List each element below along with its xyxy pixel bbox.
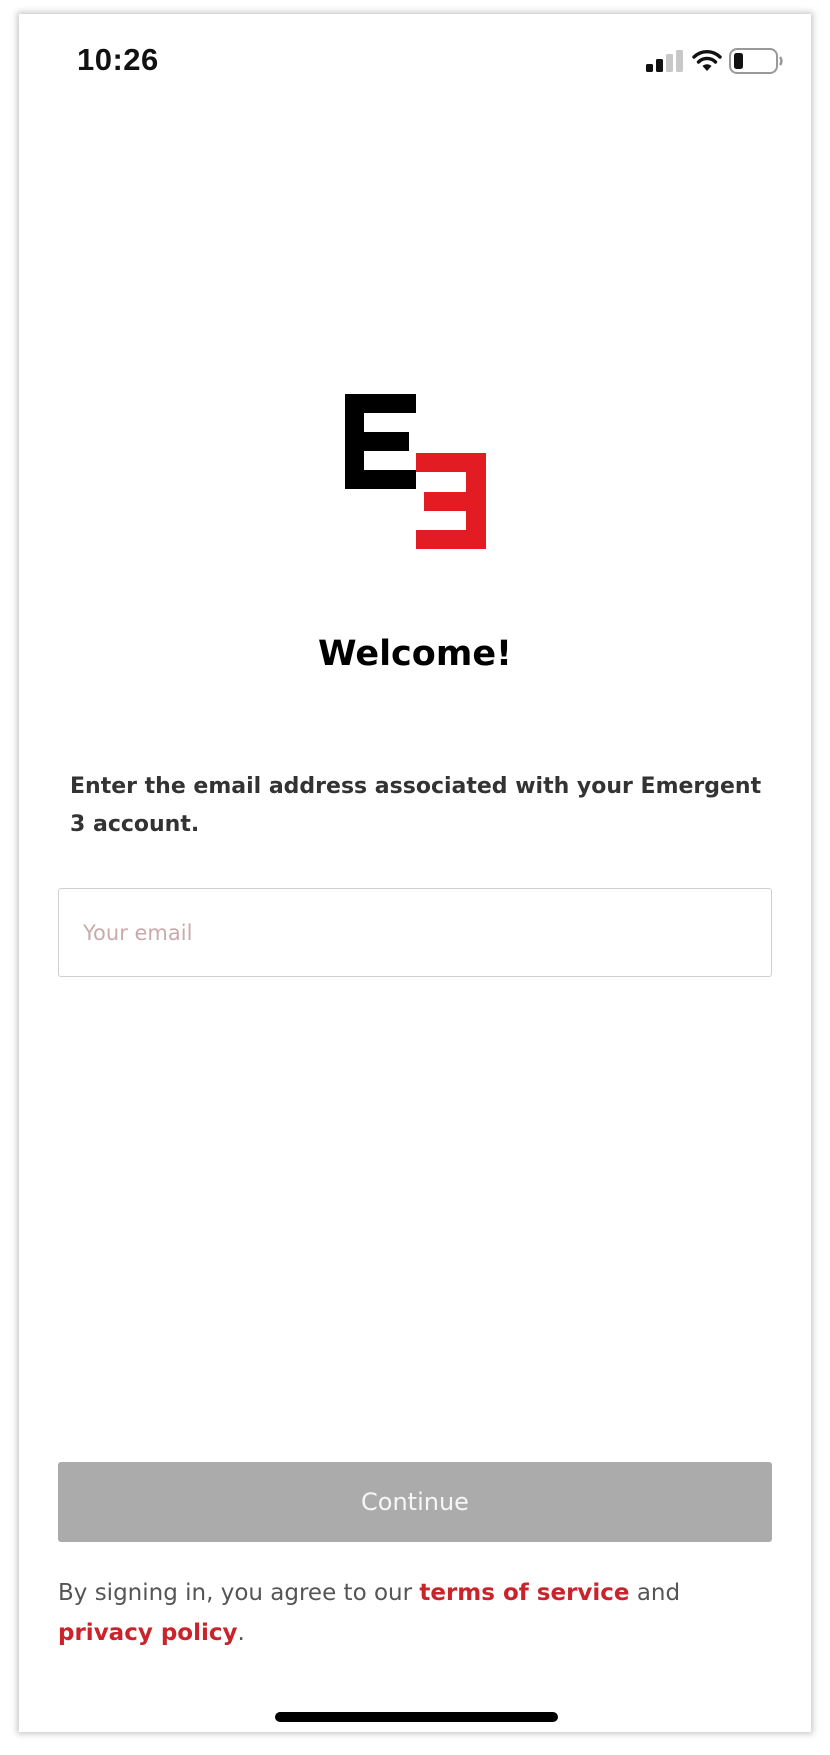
- emergent-3-logo: [345, 394, 486, 549]
- cellular-signal-icon: [646, 50, 683, 72]
- phone-screen: 10:26 Welcome! Enter the email address a…: [19, 14, 811, 1732]
- instructions-text: Enter the email address associated with …: [70, 774, 762, 837]
- legal-notice: By signing in, you agree to our terms of…: [58, 1573, 768, 1653]
- wifi-icon: [692, 50, 722, 71]
- status-time: 10:26: [77, 42, 159, 77]
- legal-suffix: .: [237, 1620, 245, 1646]
- battery-icon: [729, 48, 783, 74]
- home-indicator[interactable]: [275, 1712, 558, 1722]
- continue-button[interactable]: Continue: [58, 1462, 772, 1542]
- terms-of-service-link[interactable]: terms of service: [419, 1580, 629, 1606]
- legal-prefix: By signing in, you agree to our: [58, 1580, 420, 1606]
- legal-middle: and: [629, 1580, 681, 1606]
- email-field[interactable]: [58, 888, 772, 977]
- privacy-policy-link[interactable]: privacy policy: [58, 1620, 238, 1646]
- welcome-title: Welcome!: [317, 634, 513, 674]
